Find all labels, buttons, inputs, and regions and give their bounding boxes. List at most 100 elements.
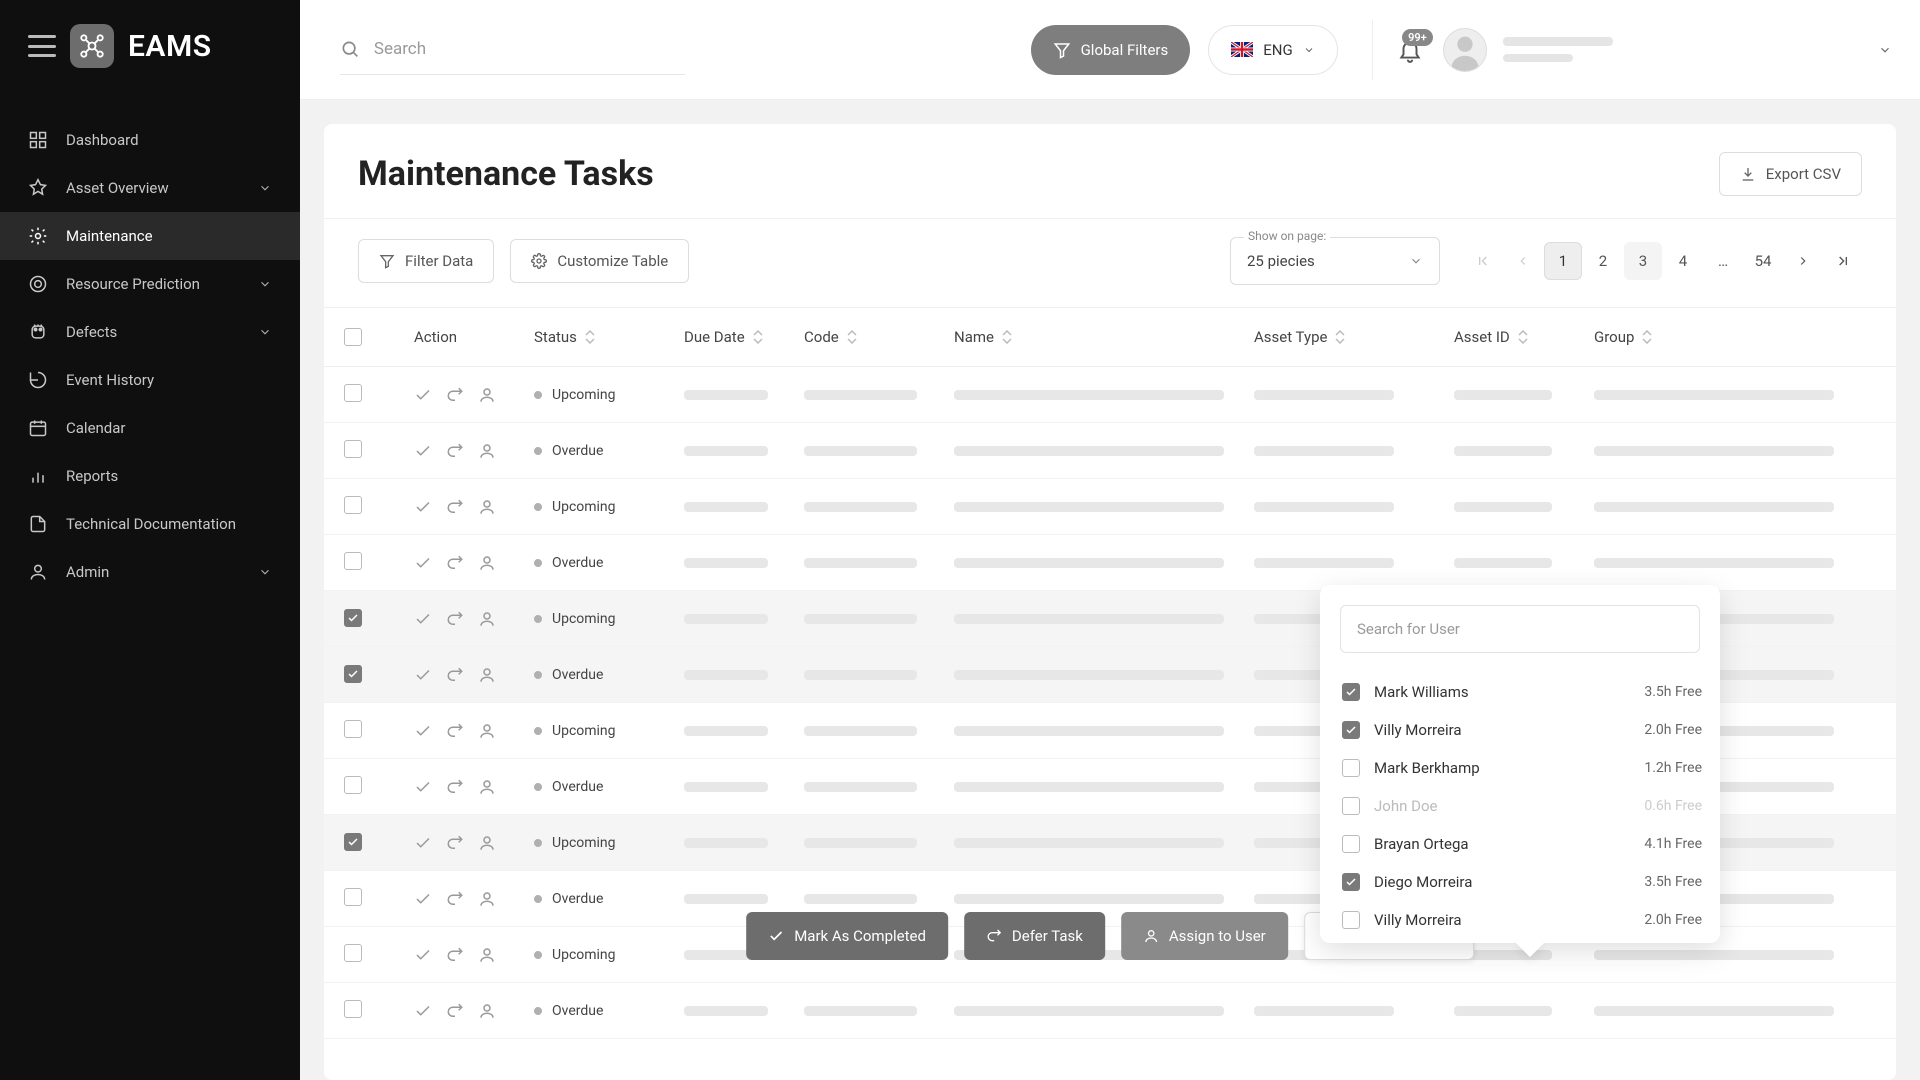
pager-page[interactable]: 3 [1624,242,1662,280]
pager-prev[interactable] [1504,242,1542,280]
column-header[interactable]: Code [804,328,954,346]
global-filters-button[interactable]: Global Filters [1031,25,1191,75]
complete-action-icon[interactable] [414,498,432,516]
defer-action-icon[interactable] [446,834,464,852]
complete-action-icon[interactable] [414,610,432,628]
user-list-item[interactable]: Brayan Ortega4.1h Free [1340,825,1704,863]
assign-action-icon[interactable] [478,442,496,460]
user-menu-chevron-icon[interactable] [1878,43,1892,57]
complete-action-icon[interactable] [414,890,432,908]
defer-action-icon[interactable] [446,442,464,460]
user-checkbox[interactable] [1342,911,1360,929]
complete-action-icon[interactable] [414,834,432,852]
filter-data-button[interactable]: Filter Data [358,239,494,283]
sidebar-item-technical-documentation[interactable]: Technical Documentation [0,500,300,548]
pager-last[interactable] [1824,242,1862,280]
user-search-input[interactable] [1340,605,1700,653]
pager-page[interactable]: 4 [1664,242,1702,280]
complete-action-icon[interactable] [414,442,432,460]
pager-next[interactable] [1784,242,1822,280]
user-list[interactable]: Mark Williams3.5h FreeVilly Morreira2.0h… [1340,673,1716,943]
defer-action-icon[interactable] [446,554,464,572]
pager-page[interactable]: 1 [1544,242,1582,280]
language-switch[interactable]: ENG [1208,25,1337,75]
row-checkbox[interactable] [344,888,362,906]
assign-action-icon[interactable] [478,386,496,404]
pager-page[interactable]: 2 [1584,242,1622,280]
row-checkbox[interactable] [344,944,362,962]
user-list-item[interactable]: Villy Morreira2.0h Free [1340,711,1704,749]
row-checkbox[interactable] [344,1000,362,1018]
user-checkbox[interactable] [1342,835,1360,853]
defer-action-icon[interactable] [446,1002,464,1020]
user-checkbox[interactable] [1342,759,1360,777]
sidebar-item-event-history[interactable]: Event History [0,356,300,404]
assign-action-icon[interactable] [478,834,496,852]
complete-action-icon[interactable] [414,946,432,964]
defer-action-icon[interactable] [446,666,464,684]
sort-icon[interactable] [585,330,595,344]
notifications-button[interactable]: 99+ [1397,37,1423,63]
complete-action-icon[interactable] [414,778,432,796]
export-csv-button[interactable]: Export CSV [1719,152,1862,196]
defer-action-icon[interactable] [446,610,464,628]
user-checkbox[interactable] [1342,721,1360,739]
assign-action-icon[interactable] [478,554,496,572]
user-checkbox[interactable] [1342,683,1360,701]
assign-action-icon[interactable] [478,498,496,516]
customize-table-button[interactable]: Customize Table [510,239,689,283]
sidebar-item-calendar[interactable]: Calendar [0,404,300,452]
hamburger-icon[interactable] [28,35,56,57]
user-avatar[interactable] [1443,28,1487,72]
complete-action-icon[interactable] [414,722,432,740]
defer-action-icon[interactable] [446,386,464,404]
sidebar-item-admin[interactable]: Admin [0,548,300,596]
row-checkbox[interactable] [344,384,362,402]
assign-action-icon[interactable] [478,890,496,908]
page-size-select[interactable]: Show on page: 25 piecies [1230,237,1440,285]
complete-action-icon[interactable] [414,1002,432,1020]
table-row[interactable]: Overdue [324,423,1896,479]
user-list-item[interactable]: Mark Berkhamp1.2h Free [1340,939,1704,943]
user-list-item[interactable]: Diego Morreira3.5h Free [1340,863,1704,901]
assign-action-icon[interactable] [478,610,496,628]
sidebar-item-reports[interactable]: Reports [0,452,300,500]
search-input[interactable] [374,39,685,59]
sort-icon[interactable] [1002,330,1012,344]
sort-icon[interactable] [1518,330,1528,344]
assign-action-icon[interactable] [478,778,496,796]
defer-action-icon[interactable] [446,778,464,796]
row-checkbox[interactable] [344,609,362,627]
mark-completed-button[interactable]: Mark As Completed [746,912,948,960]
sort-icon[interactable] [753,330,763,344]
defer-action-icon[interactable] [446,946,464,964]
user-list-item[interactable]: Mark Williams3.5h Free [1340,673,1704,711]
search-field[interactable] [340,25,685,75]
assign-user-button[interactable]: Assign to User [1121,912,1288,960]
column-header[interactable]: Name [954,328,1254,346]
column-header[interactable]: Status [534,328,684,346]
sidebar-item-asset-overview[interactable]: Asset Overview [0,164,300,212]
sort-icon[interactable] [1642,330,1652,344]
row-checkbox[interactable] [344,776,362,794]
pager-page[interactable]: 54 [1744,242,1782,280]
complete-action-icon[interactable] [414,554,432,572]
complete-action-icon[interactable] [414,666,432,684]
table-row[interactable]: Upcoming [324,367,1896,423]
sidebar-item-defects[interactable]: Defects [0,308,300,356]
column-header[interactable]: Group [1594,328,1876,346]
sidebar-item-dashboard[interactable]: Dashboard [0,116,300,164]
row-checkbox[interactable] [344,833,362,851]
user-list-item[interactable]: Mark Berkhamp1.2h Free [1340,749,1704,787]
row-checkbox[interactable] [344,496,362,514]
column-header[interactable]: Asset Type [1254,328,1454,346]
row-checkbox[interactable] [344,720,362,738]
assign-action-icon[interactable] [478,1002,496,1020]
user-list-item[interactable]: Villy Morreira2.0h Free [1340,901,1704,939]
row-checkbox[interactable] [344,440,362,458]
defer-action-icon[interactable] [446,498,464,516]
table-row[interactable]: Overdue [324,535,1896,591]
row-checkbox[interactable] [344,665,362,683]
assign-action-icon[interactable] [478,946,496,964]
select-all-checkbox[interactable] [344,328,362,346]
